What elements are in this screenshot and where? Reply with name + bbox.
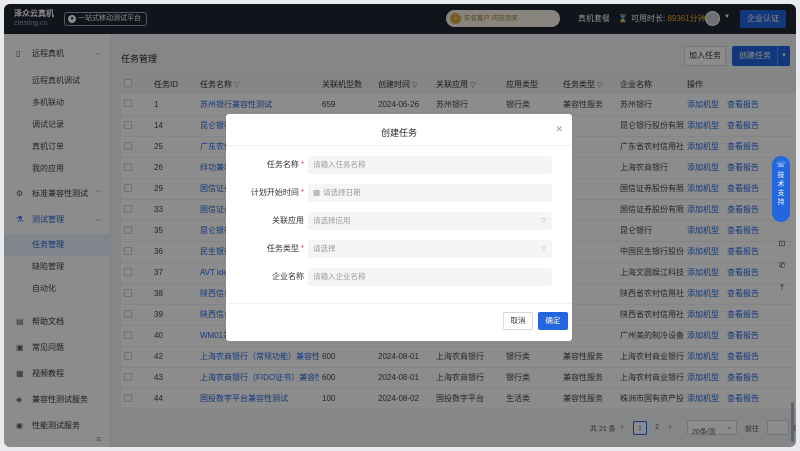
- phone-call-icon[interactable]: ✆: [774, 258, 790, 274]
- field-label: 任务名称 *: [266, 160, 304, 169]
- form-row-task-type: 任务类型 * 请选择 ▽: [226, 240, 572, 258]
- tech-support-button[interactable]: ☏ 技术支持: [772, 156, 790, 222]
- chat-icon[interactable]: ⊡: [774, 236, 790, 252]
- form-row-company: 企业名称 请输入企业名称: [226, 268, 572, 286]
- create-task-dialog: 创建任务 ✕ 任务名称 * 请输入任务名称 计划开始时间 * ▦ 请选择日期 关联应用…: [226, 114, 572, 341]
- form-row-start-time: 计划开始时间 * ▦ 请选择日期: [226, 184, 572, 202]
- task-name-input[interactable]: 请输入任务名称: [308, 156, 552, 174]
- chevron-down-icon: ▽: [541, 218, 546, 224]
- divider: [226, 303, 572, 304]
- support-label: 技术支持: [777, 172, 785, 206]
- app-select[interactable]: 请选择应用 ▽: [308, 212, 552, 230]
- calendar-icon: ▦: [313, 188, 321, 197]
- form-row-app: 关联应用 请选择应用 ▽: [226, 212, 572, 230]
- company-name-input[interactable]: 请输入企业名称: [308, 268, 552, 286]
- app-frame: 泽众云真机 ztesting.cn ● 一站式移动测试平台 ♪ 实名客户 问答须…: [4, 4, 796, 447]
- field-label: 计划开始时间 *: [250, 188, 304, 197]
- select-placeholder: 请选择应用: [313, 216, 351, 225]
- task-type-select[interactable]: 请选择 ▽: [308, 240, 552, 258]
- date-placeholder: 请选择日期: [323, 188, 361, 197]
- dialog-title: 创建任务: [380, 128, 417, 138]
- confirm-button[interactable]: 确定: [538, 312, 568, 330]
- select-placeholder: 请选择: [313, 244, 336, 253]
- field-label: 企业名称: [272, 272, 304, 281]
- scrollbar[interactable]: [791, 402, 794, 442]
- form-row-task-name: 任务名称 * 请输入任务名称: [226, 156, 572, 174]
- close-icon[interactable]: ✕: [555, 124, 563, 135]
- field-label: 关联应用: [272, 216, 304, 225]
- cancel-button[interactable]: 取消: [503, 312, 533, 330]
- field-label: 任务类型 *: [266, 244, 304, 253]
- back-to-top-icon[interactable]: ⤒: [774, 280, 790, 296]
- chevron-down-icon: ▽: [541, 246, 546, 252]
- divider: [226, 145, 572, 146]
- headset-icon: ☏: [775, 160, 786, 169]
- start-date-picker[interactable]: ▦ 请选择日期: [308, 184, 552, 202]
